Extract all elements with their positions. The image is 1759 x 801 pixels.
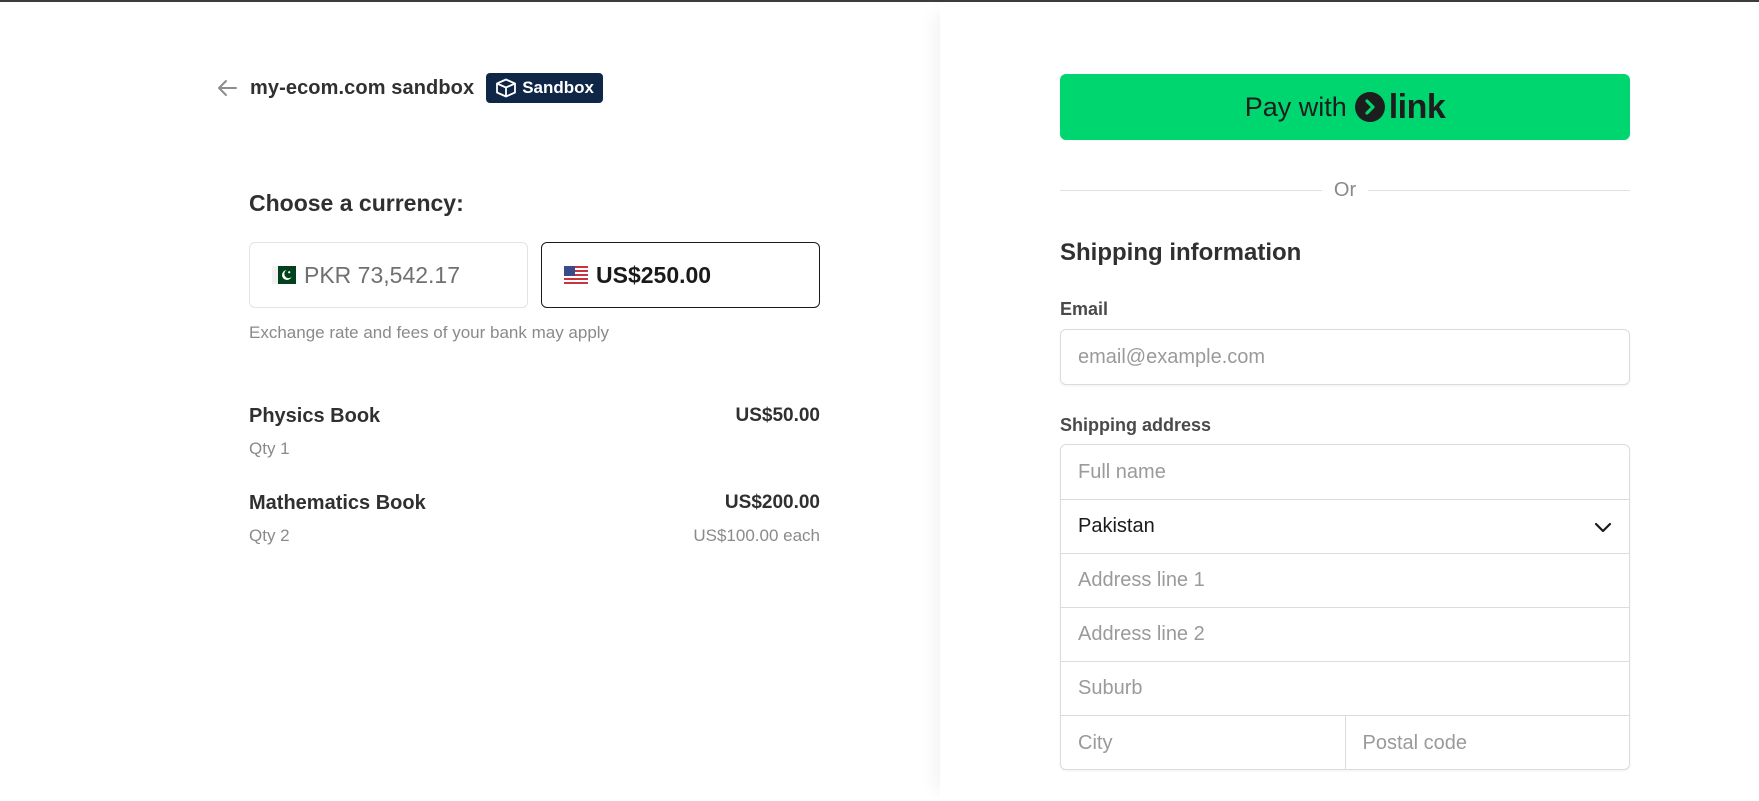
item-qty: Qty 2	[249, 526, 290, 545]
or-divider: Or	[1060, 178, 1630, 202]
suburb-field[interactable]	[1061, 662, 1629, 715]
address-line2-field[interactable]	[1061, 608, 1629, 661]
pay-with-label: Pay with	[1244, 91, 1347, 122]
currency-title: Choose a currency:	[249, 190, 464, 216]
item-name: Mathematics Book	[249, 492, 426, 514]
address-line2-row	[1061, 607, 1629, 661]
currency-amount-usd: US$250.00	[596, 261, 712, 288]
pay-with-link-button[interactable]: Pay with link	[1060, 74, 1630, 140]
chevron-down-icon	[1594, 518, 1612, 536]
sandbox-badge: Sandbox	[486, 73, 603, 103]
email-field[interactable]	[1060, 329, 1630, 385]
merchant-header: my-ecom.com sandbox Sandbox	[216, 72, 603, 104]
merchant-name[interactable]: my-ecom.com sandbox	[250, 77, 474, 100]
item-unit-price: US$100.00 each	[693, 526, 820, 545]
suburb-row	[1061, 661, 1629, 715]
exchange-note: Exchange rate and fees of your bank may …	[249, 323, 610, 342]
currency-amount-pkr: PKR 73,542.17	[304, 261, 461, 288]
us-flag-icon	[564, 266, 588, 284]
order-summary-panel	[0, 2, 940, 801]
item-name: Physics Book	[249, 405, 381, 427]
full-name-field[interactable]	[1061, 445, 1629, 499]
shipping-address-group: Pakistan	[1060, 444, 1630, 770]
country-value: Pakistan	[1078, 515, 1155, 537]
link-logo: link	[1354, 87, 1446, 127]
item-qty: Qty 1	[249, 439, 290, 458]
item-price: US$50.00	[735, 405, 820, 426]
city-cell	[1061, 716, 1345, 769]
cube-icon	[495, 78, 517, 98]
link-wordmark: link	[1388, 87, 1446, 126]
city-postal-row	[1061, 715, 1629, 769]
pakistan-flag-icon	[272, 266, 296, 284]
currency-option-pkr[interactable]: PKR 73,542.17	[249, 242, 528, 308]
back-arrow-icon[interactable]	[216, 77, 238, 99]
or-text: Or	[1333, 178, 1357, 201]
sandbox-badge-label: Sandbox	[522, 78, 594, 97]
divider-line	[1060, 189, 1322, 191]
address-line1-row	[1061, 553, 1629, 607]
full-name-row	[1061, 445, 1629, 499]
address-line1-field[interactable]	[1061, 554, 1629, 607]
city-field[interactable]	[1061, 716, 1345, 769]
postal-code-field[interactable]	[1345, 716, 1629, 769]
email-label: Email	[1060, 299, 1109, 319]
postal-cell	[1344, 716, 1629, 769]
shipping-address-label: Shipping address	[1060, 415, 1212, 435]
currency-option-usd[interactable]: US$250.00	[541, 242, 820, 308]
link-arrow-icon	[1354, 92, 1385, 122]
item-price: US$200.00	[724, 492, 820, 513]
shipping-title: Shipping information	[1060, 239, 1302, 266]
country-select[interactable]: Pakistan	[1061, 499, 1629, 553]
divider-line	[1368, 189, 1630, 191]
